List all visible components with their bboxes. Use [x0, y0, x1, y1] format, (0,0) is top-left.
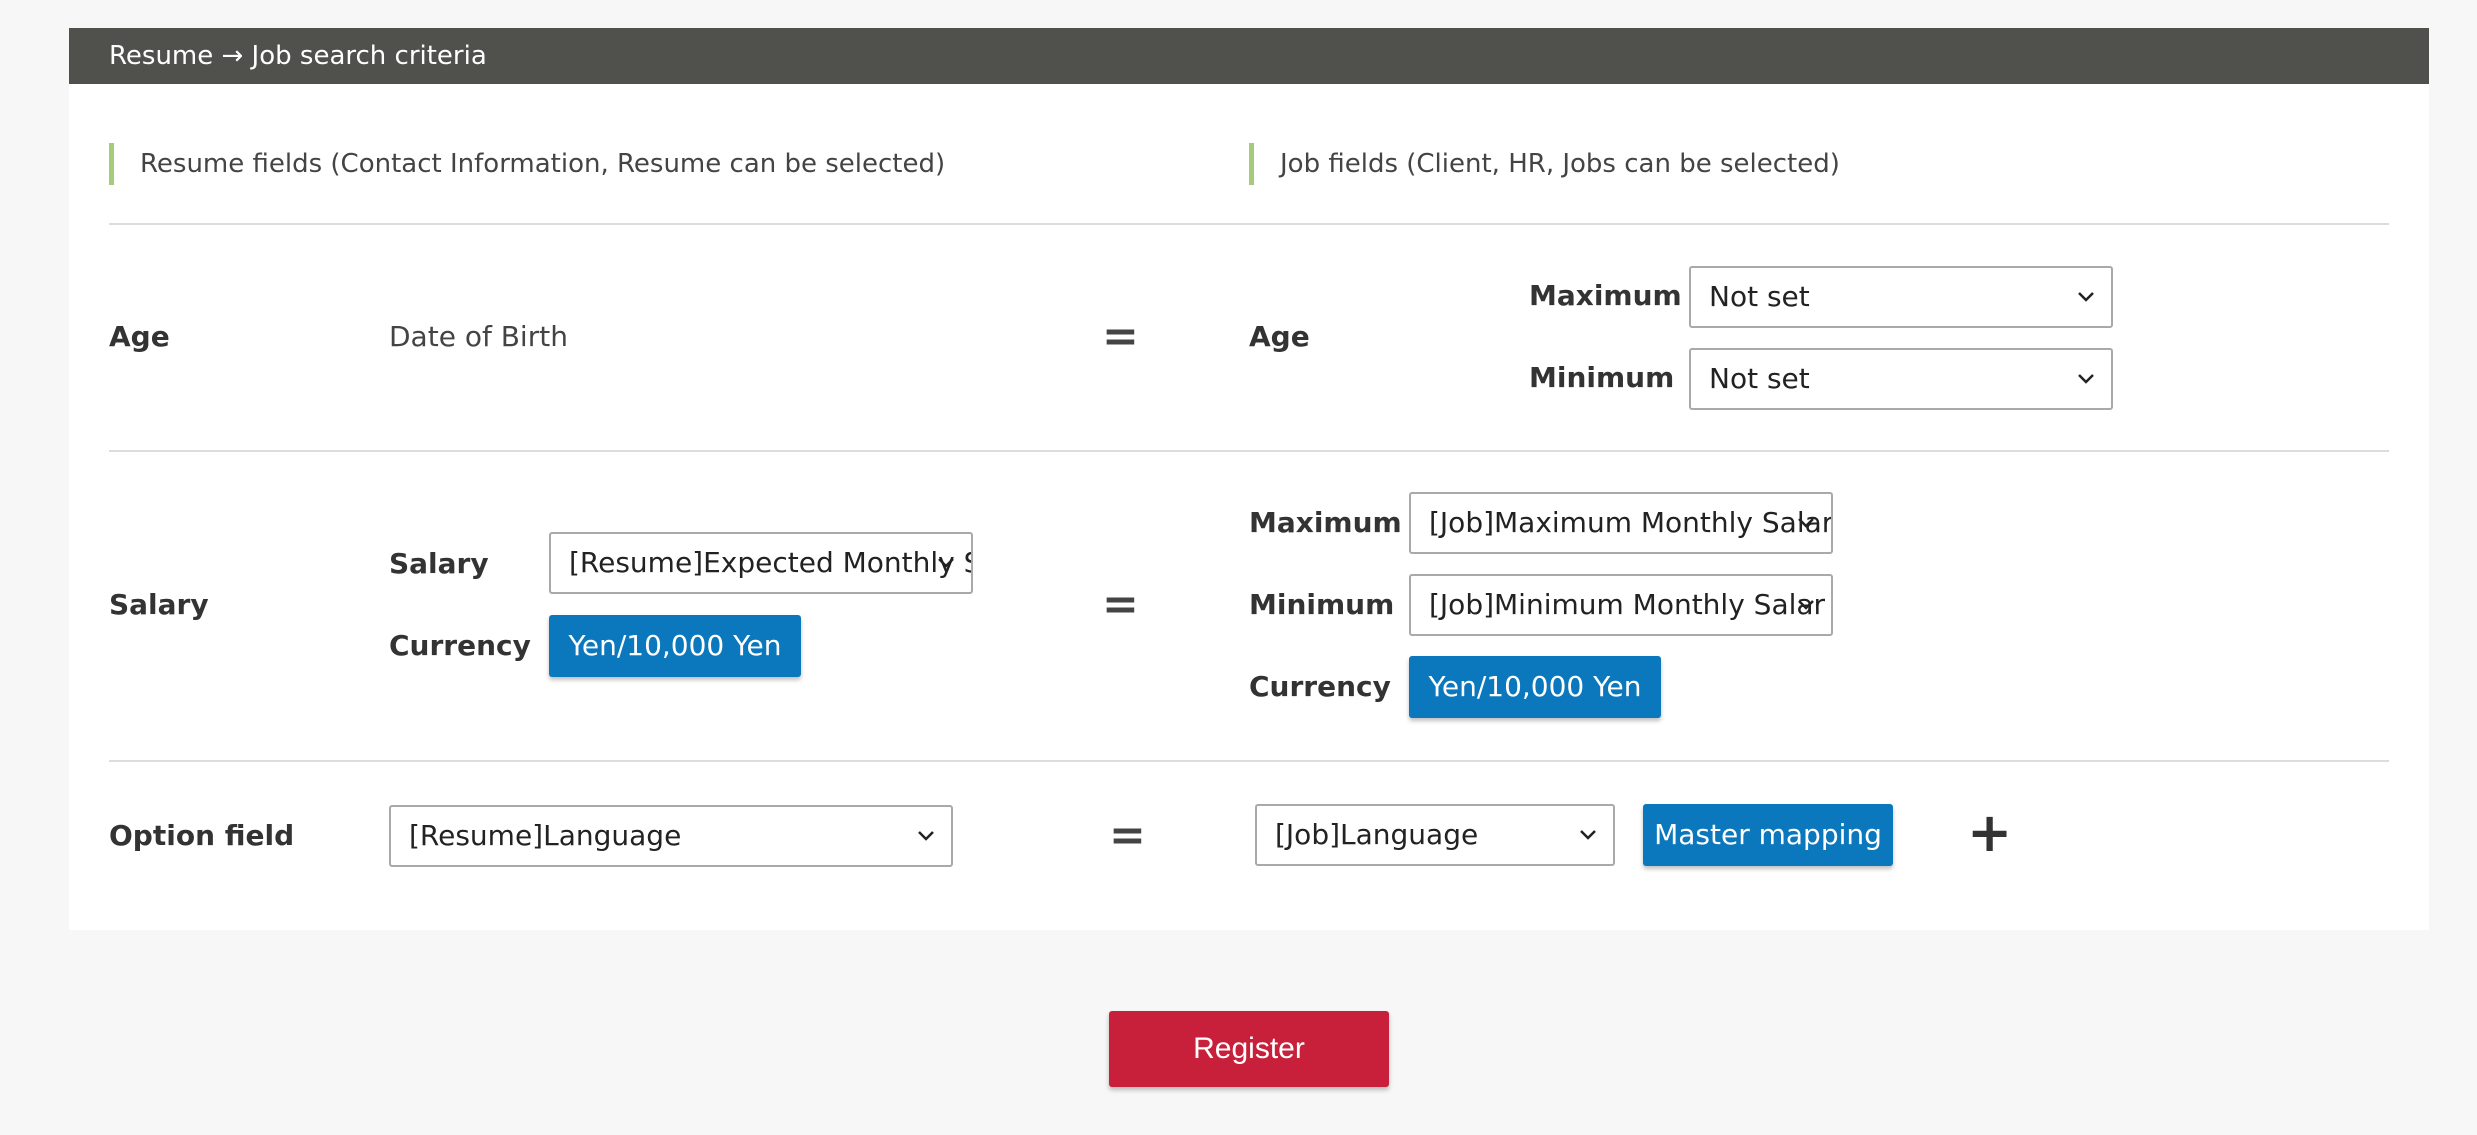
chevron-down-icon [2078, 374, 2094, 384]
job-age-label: Age [1249, 320, 1310, 353]
job-option-value: [Job]Language [1275, 818, 1479, 851]
chevron-down-icon [918, 831, 934, 841]
job-currency-label: Currency [1249, 670, 1391, 703]
equals-icon: = [1109, 810, 1146, 861]
divider [109, 760, 2389, 762]
resume-fields-heading: Resume fields (Contact Information, Resu… [109, 143, 945, 185]
chevron-down-icon [2078, 292, 2094, 302]
equals-icon: = [1102, 579, 1139, 630]
age-max-label: Maximum [1529, 279, 1682, 312]
age-min-value: Not set [1709, 362, 1810, 395]
job-currency-button[interactable]: Yen/10,000 Yen [1409, 656, 1661, 718]
chevron-down-icon [1580, 830, 1596, 840]
panel-title: Resume → Job search criteria [69, 28, 2429, 84]
resume-salary-select[interactable]: [Resume]Expected Monthly S [549, 532, 973, 594]
resume-option-value: [Resume]Language [409, 819, 682, 852]
equals-icon: = [1102, 311, 1139, 362]
divider [109, 223, 2389, 225]
salary-row-label: Salary [109, 588, 209, 621]
job-salary-max-select[interactable]: [Job]Maximum Monthly Salar [1409, 492, 1833, 554]
option-field-label: Option field [109, 819, 295, 852]
job-fields-heading: Job fields (Client, HR, Jobs can be sele… [1249, 143, 1840, 185]
age-max-select[interactable]: Not set [1689, 266, 2113, 328]
resume-currency-label: Currency [389, 629, 531, 662]
divider [109, 450, 2389, 452]
age-min-select[interactable]: Not set [1689, 348, 2113, 410]
chevron-down-icon [1798, 600, 1814, 610]
resume-option-select[interactable]: [Resume]Language [389, 805, 953, 867]
search-criteria-panel: Resume → Job search criteria Resume fiel… [69, 28, 2429, 930]
age-min-label: Minimum [1529, 361, 1675, 394]
job-salary-min-value: [Job]Minimum Monthly Salar [1429, 588, 1826, 621]
register-button[interactable]: Register [1109, 1011, 1389, 1087]
chevron-down-icon [938, 558, 954, 568]
age-max-value: Not set [1709, 280, 1810, 313]
job-salary-max-label: Maximum [1249, 506, 1402, 539]
job-option-select[interactable]: [Job]Language [1255, 804, 1615, 866]
resume-salary-label: Salary [389, 547, 489, 580]
job-salary-min-label: Minimum [1249, 588, 1395, 621]
age-row-label: Age [109, 320, 170, 353]
date-of-birth-field: Date of Birth [389, 320, 568, 353]
job-salary-min-select[interactable]: [Job]Minimum Monthly Salar [1409, 574, 1833, 636]
chevron-down-icon [1798, 518, 1814, 528]
add-icon[interactable]: + [1967, 806, 2012, 860]
job-salary-max-value: [Job]Maximum Monthly Salar [1429, 506, 1833, 539]
master-mapping-button[interactable]: Master mapping [1643, 804, 1893, 866]
resume-currency-button[interactable]: Yen/10,000 Yen [549, 615, 801, 677]
resume-salary-value: [Resume]Expected Monthly S [569, 546, 973, 579]
